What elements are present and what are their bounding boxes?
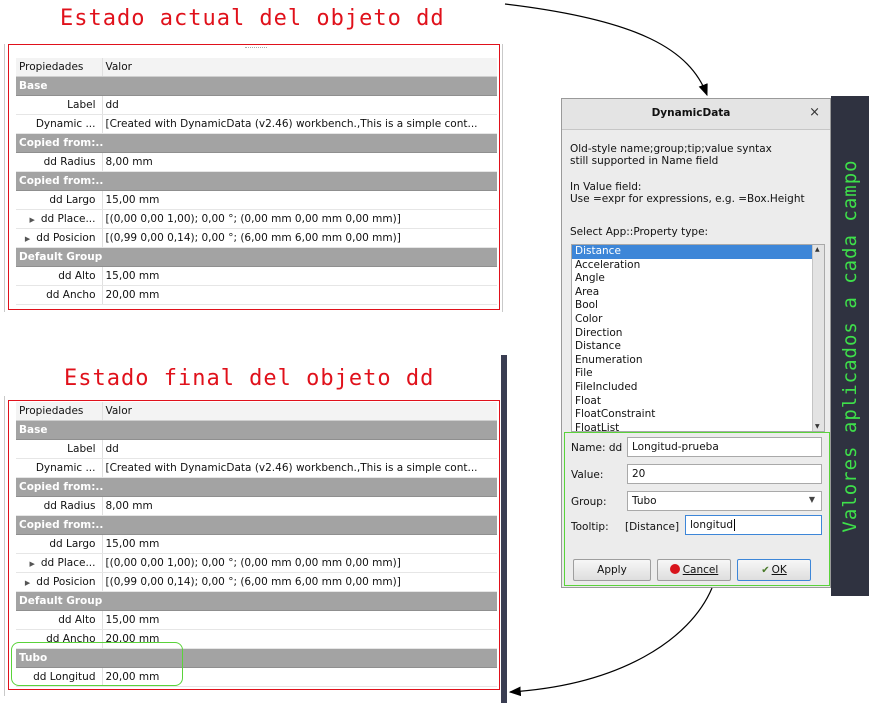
- annotation-arrows: [504, 3, 713, 697]
- arrow-to-dialog: [504, 3, 708, 97]
- arrow-to-final: [508, 587, 713, 697]
